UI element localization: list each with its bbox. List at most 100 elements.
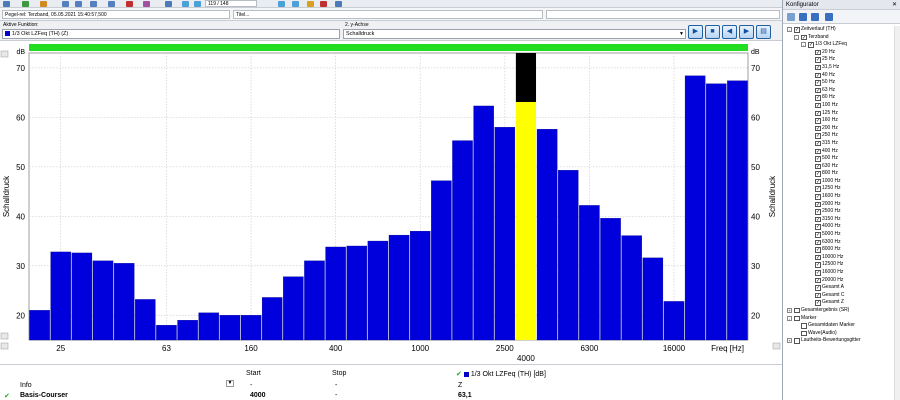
tree-checkbox[interactable]: ✓	[815, 270, 821, 276]
open-folder-icon[interactable]	[799, 13, 807, 21]
tree-checkbox[interactable]	[794, 338, 800, 344]
toolbar-button-forward[interactable]	[292, 1, 299, 7]
collapse-icon[interactable]: -	[801, 42, 806, 48]
tree-item[interactable]: ✓ 63 Hz	[783, 87, 895, 95]
checkmark-icon[interactable]: ✔	[4, 392, 10, 400]
tree-item[interactable]: ✓ 1250 Hz	[783, 185, 895, 193]
tree-item[interactable]: ✓ 12500 Hz	[783, 261, 895, 269]
tree-item[interactable]: ✓ 8000 Hz	[783, 246, 895, 254]
tree-checkbox[interactable]: ✓	[815, 49, 821, 56]
yaxis-select[interactable]: Schalldruck ▼	[343, 29, 686, 39]
tree-checkbox[interactable]: ✓	[815, 87, 821, 94]
tree-item[interactable]: ✓ 1000 Hz	[783, 178, 895, 186]
tree-item[interactable]: ✓ Gesamt A	[783, 284, 895, 292]
tree-checkbox[interactable]: ✓	[815, 186, 821, 192]
toolbar-button-zoom-in[interactable]	[62, 1, 69, 7]
tree-item[interactable]: ✓ 31,5 Hz	[783, 64, 895, 72]
tree-item[interactable]: ✓ 200 Hz	[783, 125, 895, 133]
tree-item[interactable]: Wave(Audio)	[783, 330, 895, 338]
tree-checkbox[interactable]: ✓	[815, 125, 821, 132]
expand-icon[interactable]: +	[787, 338, 792, 344]
tree-item[interactable]: ✓ 630 Hz	[783, 163, 895, 171]
tree-item[interactable]: ✓ 6300 Hz	[783, 239, 895, 247]
toolbar-button-next[interactable]	[194, 1, 201, 7]
tree-item[interactable]: + Lautheits-Bewertungsgitter	[783, 337, 895, 345]
tree-item[interactable]: ✓ 5000 Hz	[783, 231, 895, 239]
record-counter[interactable]: 119 / 148	[205, 0, 257, 7]
toolbar-button-info[interactable]	[335, 1, 342, 7]
toolbar-button-zoom-fit[interactable]	[90, 1, 97, 7]
toolbar-button-settings[interactable]	[165, 1, 172, 7]
play-button[interactable]: ▶	[688, 25, 703, 39]
toolbar-button-pan[interactable]	[108, 1, 115, 7]
tree-item[interactable]: ✓ Gesamt C	[783, 292, 895, 300]
skip-forward-button[interactable]: ▶	[739, 25, 754, 39]
toolbar-button-zoom-out[interactable]	[75, 1, 82, 7]
tree-checkbox[interactable]: ✓	[815, 262, 821, 268]
tree-checkbox[interactable]: ✓	[815, 285, 821, 291]
toolbar-button-report[interactable]	[320, 1, 327, 7]
tree-checkbox[interactable]	[794, 307, 800, 314]
collapse-icon[interactable]: -	[794, 34, 799, 40]
tree-checkbox[interactable]: ✓	[815, 140, 821, 147]
toolbar-button-prev[interactable]	[182, 1, 189, 7]
collapse-icon[interactable]: -	[787, 315, 792, 321]
filter-icon[interactable]	[787, 13, 795, 21]
tree-item[interactable]: ✓ 40 Hz	[783, 72, 895, 80]
tree-checkbox[interactable]: ✓	[815, 57, 821, 63]
third-octave-bar-chart[interactable]: 20 20 30 30 40 40 50 50 60 60 70 70 dB dB Schalldruck S…	[0, 41, 782, 364]
title-input[interactable]: Titel...	[233, 10, 543, 19]
tree-checkbox[interactable]: ✓	[808, 42, 814, 48]
tree-item[interactable]: ✓ 80 Hz	[783, 94, 895, 102]
tree-checkbox[interactable]: ✓	[815, 292, 821, 299]
tree-checkbox[interactable]: ✓	[815, 80, 821, 86]
tree-item[interactable]: ✓ 4000 Hz	[783, 223, 895, 231]
tree-item[interactable]: ✓ 2000 Hz	[783, 201, 895, 209]
tree-item[interactable]: ✓ 1600 Hz	[783, 193, 895, 201]
tree-item[interactable]: ✓ 400 Hz	[783, 148, 895, 156]
expand-icon[interactable]: +	[787, 307, 792, 313]
toolbar-button-open[interactable]	[3, 1, 10, 7]
tree-checkbox[interactable]: ✓	[815, 156, 821, 162]
tree-item[interactable]: ✓ 160 Hz	[783, 117, 895, 125]
tree-checkbox[interactable]: ✓	[815, 102, 821, 109]
tree-checkbox[interactable]: ✓	[815, 163, 821, 170]
tree-item[interactable]: Gesamtdaten Marker	[783, 322, 895, 330]
tree-checkbox[interactable]: ✓	[815, 239, 821, 246]
tree-item[interactable]: ✓ 20000 Hz	[783, 277, 895, 285]
tree-checkbox[interactable]: ✓	[801, 34, 807, 41]
collapse-icon[interactable]: -	[787, 27, 792, 32]
tree-item[interactable]: ✓ 16000 Hz	[783, 269, 895, 277]
tree-item[interactable]: ✓ 10000 Hz	[783, 254, 895, 262]
tree-item[interactable]: ✓ 25 Hz	[783, 56, 895, 64]
tree-checkbox[interactable]: ✓	[815, 300, 821, 306]
active-function-select[interactable]: 1/3 Okt LZFeq (TH) (Z)	[2, 29, 340, 39]
tree-checkbox[interactable]	[801, 323, 807, 329]
tree-item[interactable]: - ✓ Zeitverlauf (TH)	[783, 26, 895, 34]
start-dropdown[interactable]: ▼	[226, 380, 234, 387]
tree-checkbox[interactable]: ✓	[815, 110, 821, 117]
tree-checkbox[interactable]: ✓	[815, 194, 821, 200]
tree-item[interactable]: ✓ 250 Hz	[783, 132, 895, 140]
tree-checkbox[interactable]: ✓	[815, 118, 821, 124]
tree-checkbox[interactable]: ✓	[815, 133, 821, 139]
tree-item[interactable]: ✓ 315 Hz	[783, 140, 895, 148]
tree-checkbox[interactable]: ✓	[815, 64, 821, 71]
tree-item[interactable]: - Marker	[783, 315, 895, 323]
title-input-secondary[interactable]	[546, 10, 780, 19]
toolbar-button-back[interactable]	[278, 1, 285, 7]
tree-item[interactable]: ✓ 50 Hz	[783, 79, 895, 87]
pin-icon[interactable]: ✕	[892, 0, 897, 10]
stop-button[interactable]: ■	[705, 25, 720, 39]
tree-checkbox[interactable]: ✓	[815, 178, 821, 185]
tree-checkbox[interactable]: ✓	[815, 201, 821, 208]
tree-checkbox[interactable]	[794, 315, 800, 322]
tree-checkbox[interactable]: ✓	[815, 171, 821, 177]
tree-item[interactable]: ✓ 500 Hz	[783, 155, 895, 163]
tree-checkbox[interactable]: ✓	[815, 216, 821, 223]
refresh-icon[interactable]	[825, 13, 833, 21]
save-icon[interactable]	[811, 13, 819, 21]
tree-checkbox[interactable]: ✓	[815, 224, 821, 230]
skip-back-button[interactable]: ◀	[722, 25, 737, 39]
tree-checkbox[interactable]: ✓	[815, 72, 821, 79]
